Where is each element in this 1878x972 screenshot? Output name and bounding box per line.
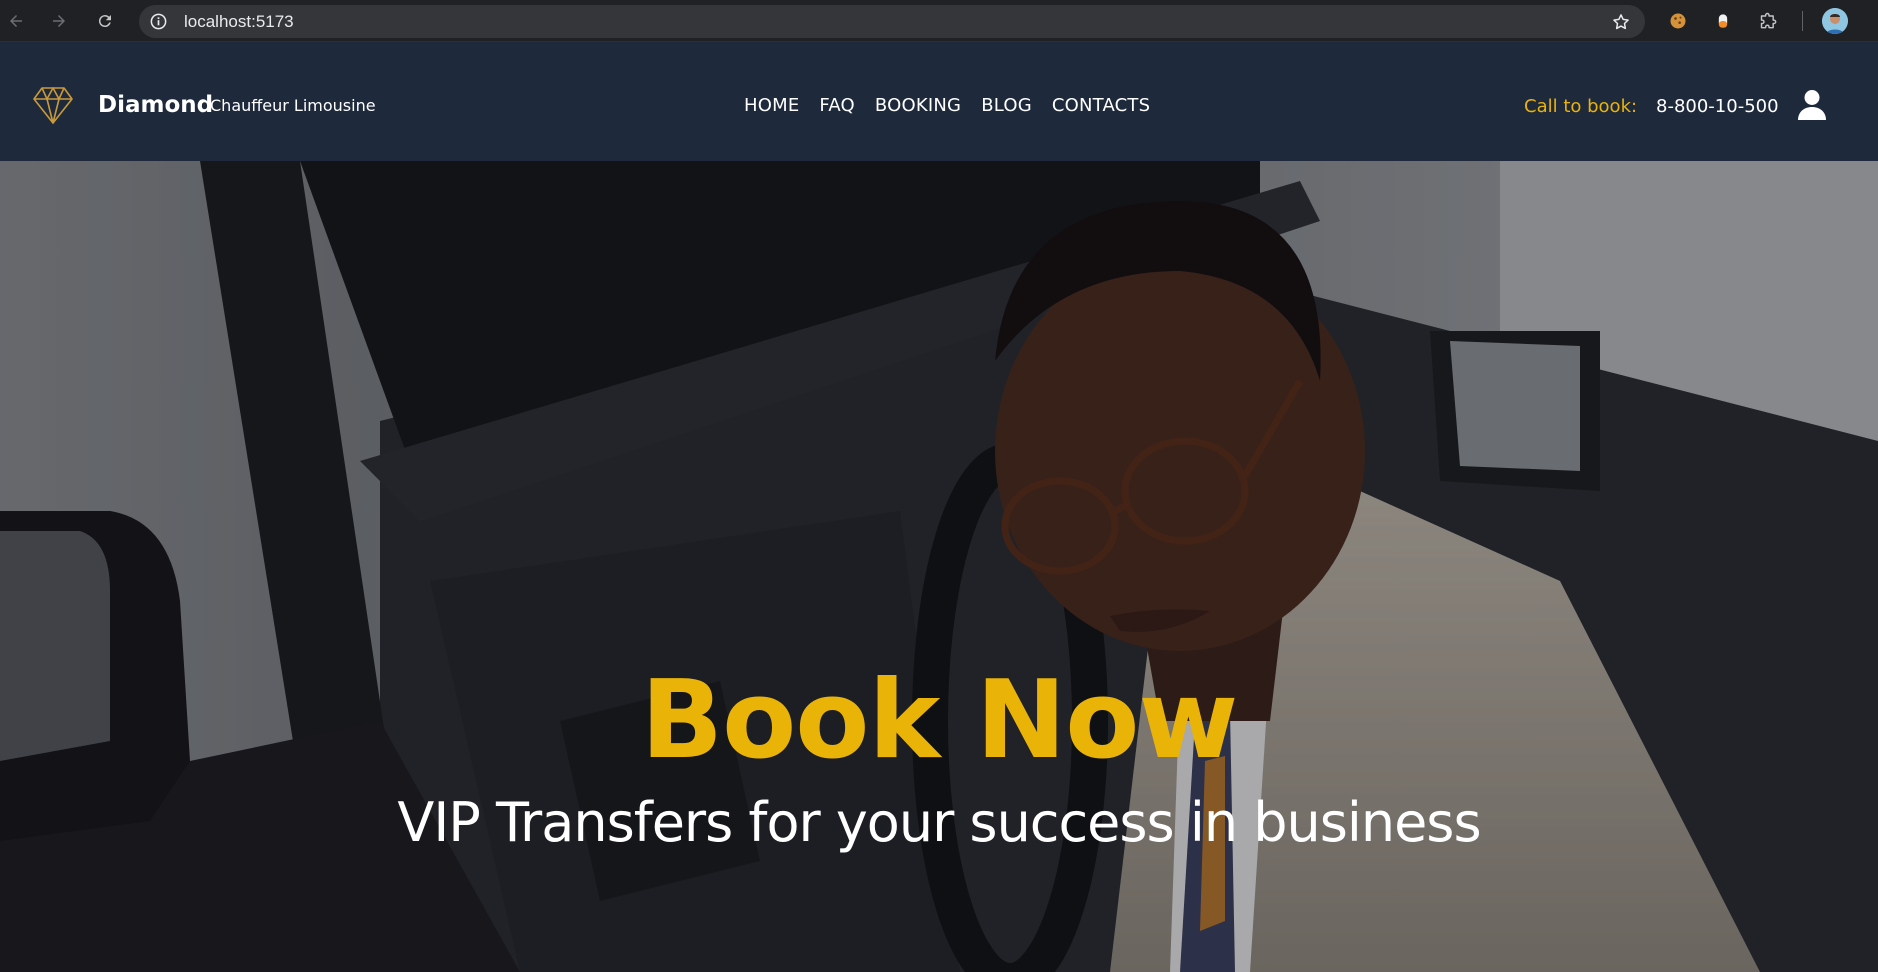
nav-booking[interactable]: BOOKING xyxy=(875,95,961,117)
call-to-book-label: Call to book: xyxy=(1524,96,1638,117)
extension-capsule-icon[interactable] xyxy=(1711,9,1735,33)
nav-blog[interactable]: BLOG xyxy=(981,95,1032,117)
main-navigation: HOME FAQ BOOKING BLOG CONTACTS xyxy=(744,95,1150,117)
diamond-icon[interactable] xyxy=(32,84,74,126)
browser-toolbar: localhost:5173 xyxy=(0,0,1878,42)
nav-contacts[interactable]: CONTACTS xyxy=(1052,95,1150,117)
url-text[interactable]: localhost:5173 xyxy=(184,12,294,32)
phone-number[interactable]: 8-800-10-500 xyxy=(1656,96,1779,118)
toolbar-separator xyxy=(1802,11,1803,31)
nav-home[interactable]: HOME xyxy=(744,95,799,117)
profile-avatar[interactable] xyxy=(1822,8,1848,34)
brand-name[interactable]: Diamond xyxy=(98,91,213,119)
back-arrow-icon[interactable] xyxy=(4,9,28,33)
address-bar[interactable]: localhost:5173 xyxy=(139,5,1645,38)
puzzle-icon[interactable] xyxy=(1757,9,1781,33)
site-header: Diamond Chauffeur Limousine HOME FAQ BOO… xyxy=(0,43,1878,161)
nav-faq[interactable]: FAQ xyxy=(819,95,854,117)
info-icon[interactable] xyxy=(149,12,168,31)
hero-section: Book Now VIP Transfers for your success … xyxy=(0,161,1878,972)
cookie-extension-icon[interactable] xyxy=(1666,9,1690,33)
brand-tagline: Chauffeur Limousine xyxy=(210,96,376,115)
hero-subtitle: VIP Transfers for your success in busine… xyxy=(397,791,1481,854)
reload-icon[interactable] xyxy=(93,9,117,33)
forward-arrow-icon[interactable] xyxy=(47,9,71,33)
star-icon[interactable] xyxy=(1611,12,1631,32)
user-icon[interactable] xyxy=(1797,89,1827,121)
hero-title[interactable]: Book Now xyxy=(0,661,1878,781)
